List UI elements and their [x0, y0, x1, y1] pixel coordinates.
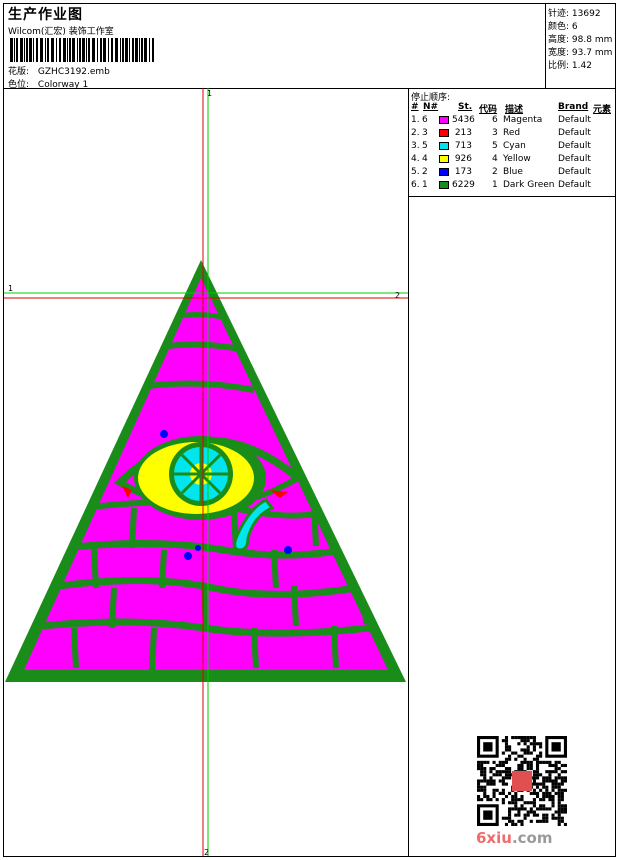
- row-brand: Default: [558, 154, 591, 164]
- embroidery-preview: 1 2 1 2: [4, 88, 408, 856]
- row-index: 1.: [411, 115, 420, 125]
- row-index: 5.: [411, 167, 420, 177]
- row-stitches: 713: [454, 141, 472, 151]
- sequence-row: 6. 1 6229 1 Dark Green Default: [409, 180, 615, 193]
- sequence-row: 1. 6 5436 6 Magenta Default: [409, 115, 615, 128]
- row-code: 3: [492, 128, 498, 138]
- row-brand: Default: [558, 180, 591, 190]
- row-description: Dark Green: [503, 180, 555, 190]
- watermark-logo: 6xiu.com: [476, 829, 553, 847]
- row-description: Blue: [503, 167, 523, 177]
- row-needle: 1: [422, 180, 428, 190]
- color-swatch: [439, 129, 449, 137]
- row-stitches: 213: [454, 128, 472, 138]
- row-code: 5: [492, 141, 498, 151]
- stat-height: 高度: 98.8 mm: [548, 35, 613, 45]
- row-brand: Default: [558, 128, 591, 138]
- col-header-code: 代码: [479, 105, 498, 115]
- color-swatch: [439, 181, 449, 189]
- col-header-desc: 描述: [505, 105, 524, 115]
- color-swatch: [439, 142, 449, 150]
- stat-scale: 比例: 1.42: [548, 61, 592, 71]
- design-file-line: 花版: GZHC3192.emb: [8, 64, 110, 77]
- guide-label-bottom: 2: [204, 848, 209, 856]
- row-index: 2.: [411, 128, 420, 138]
- qr-code-image: [477, 736, 567, 826]
- sequence-row: 2. 3 213 3 Red Default: [409, 128, 615, 141]
- row-description: Magenta: [503, 115, 543, 125]
- color-swatch: [439, 155, 449, 163]
- row-needle: 6: [422, 115, 428, 125]
- row-code: 2: [492, 167, 498, 177]
- col-header-brand: Brand: [558, 102, 589, 112]
- row-needle: 3: [422, 128, 428, 138]
- row-index: 6.: [411, 180, 420, 190]
- guide-label-top: 1: [207, 89, 212, 98]
- sequence-row: 4. 4 926 4 Yellow Default: [409, 154, 615, 167]
- stat-colors: 颜色: 6: [548, 22, 578, 32]
- row-stitches: 173: [454, 167, 472, 177]
- row-description: Cyan: [503, 141, 526, 151]
- row-code: 1: [492, 180, 498, 190]
- stop-sequence-panel: 停止顺序: # N# St. 代码 描述 Brand 元素 1. 6 5436 6 Ma…: [409, 88, 615, 197]
- design-file: GZHC3192.emb: [37, 67, 110, 77]
- guide-label-left: 1: [8, 284, 13, 293]
- stat-stitches: 针迹: 13692: [548, 9, 601, 19]
- row-code: 4: [492, 154, 498, 164]
- row-description: Yellow: [503, 154, 531, 164]
- guide-label-right: 2: [395, 291, 400, 300]
- row-stitches: 926: [454, 154, 472, 164]
- row-needle: 5: [422, 141, 428, 151]
- row-code: 6: [492, 115, 498, 125]
- color-swatch: [439, 116, 449, 124]
- studio-name: Wilcom(汇宏) 装饰工作室: [8, 27, 114, 37]
- row-needle: 4: [422, 154, 428, 164]
- barcode-image: [10, 38, 154, 62]
- color-swatch: [439, 168, 449, 176]
- sequence-row: 5. 2 173 2 Blue Default: [409, 167, 615, 180]
- row-stitches: 5436: [452, 115, 475, 125]
- sheet-title: 生产作业图: [8, 7, 83, 23]
- col-header-num: #: [411, 102, 419, 112]
- stats-panel: 针迹: 13692 颜色: 6 高度: 98.8 mm 宽度: 93.7 mm …: [545, 4, 615, 89]
- header-panel: 生产作业图 Wilcom(汇宏) 装饰工作室 花版: GZHC3192.emb …: [4, 4, 546, 90]
- row-brand: Default: [558, 167, 591, 177]
- col-header-n: N#: [423, 102, 439, 112]
- row-brand: Default: [558, 115, 591, 125]
- col-header-st: St.: [458, 102, 473, 112]
- sequence-row: 3. 5 713 5 Cyan Default: [409, 141, 615, 154]
- row-needle: 2: [422, 167, 428, 177]
- row-stitches: 6229: [452, 180, 475, 190]
- row-brand: Default: [558, 141, 591, 151]
- row-description: Red: [503, 128, 521, 138]
- col-header-element: 元素: [593, 105, 612, 115]
- row-index: 4.: [411, 154, 420, 164]
- row-index: 3.: [411, 141, 420, 151]
- design-label: 花版:: [8, 67, 30, 77]
- stat-width: 宽度: 93.7 mm: [548, 48, 613, 58]
